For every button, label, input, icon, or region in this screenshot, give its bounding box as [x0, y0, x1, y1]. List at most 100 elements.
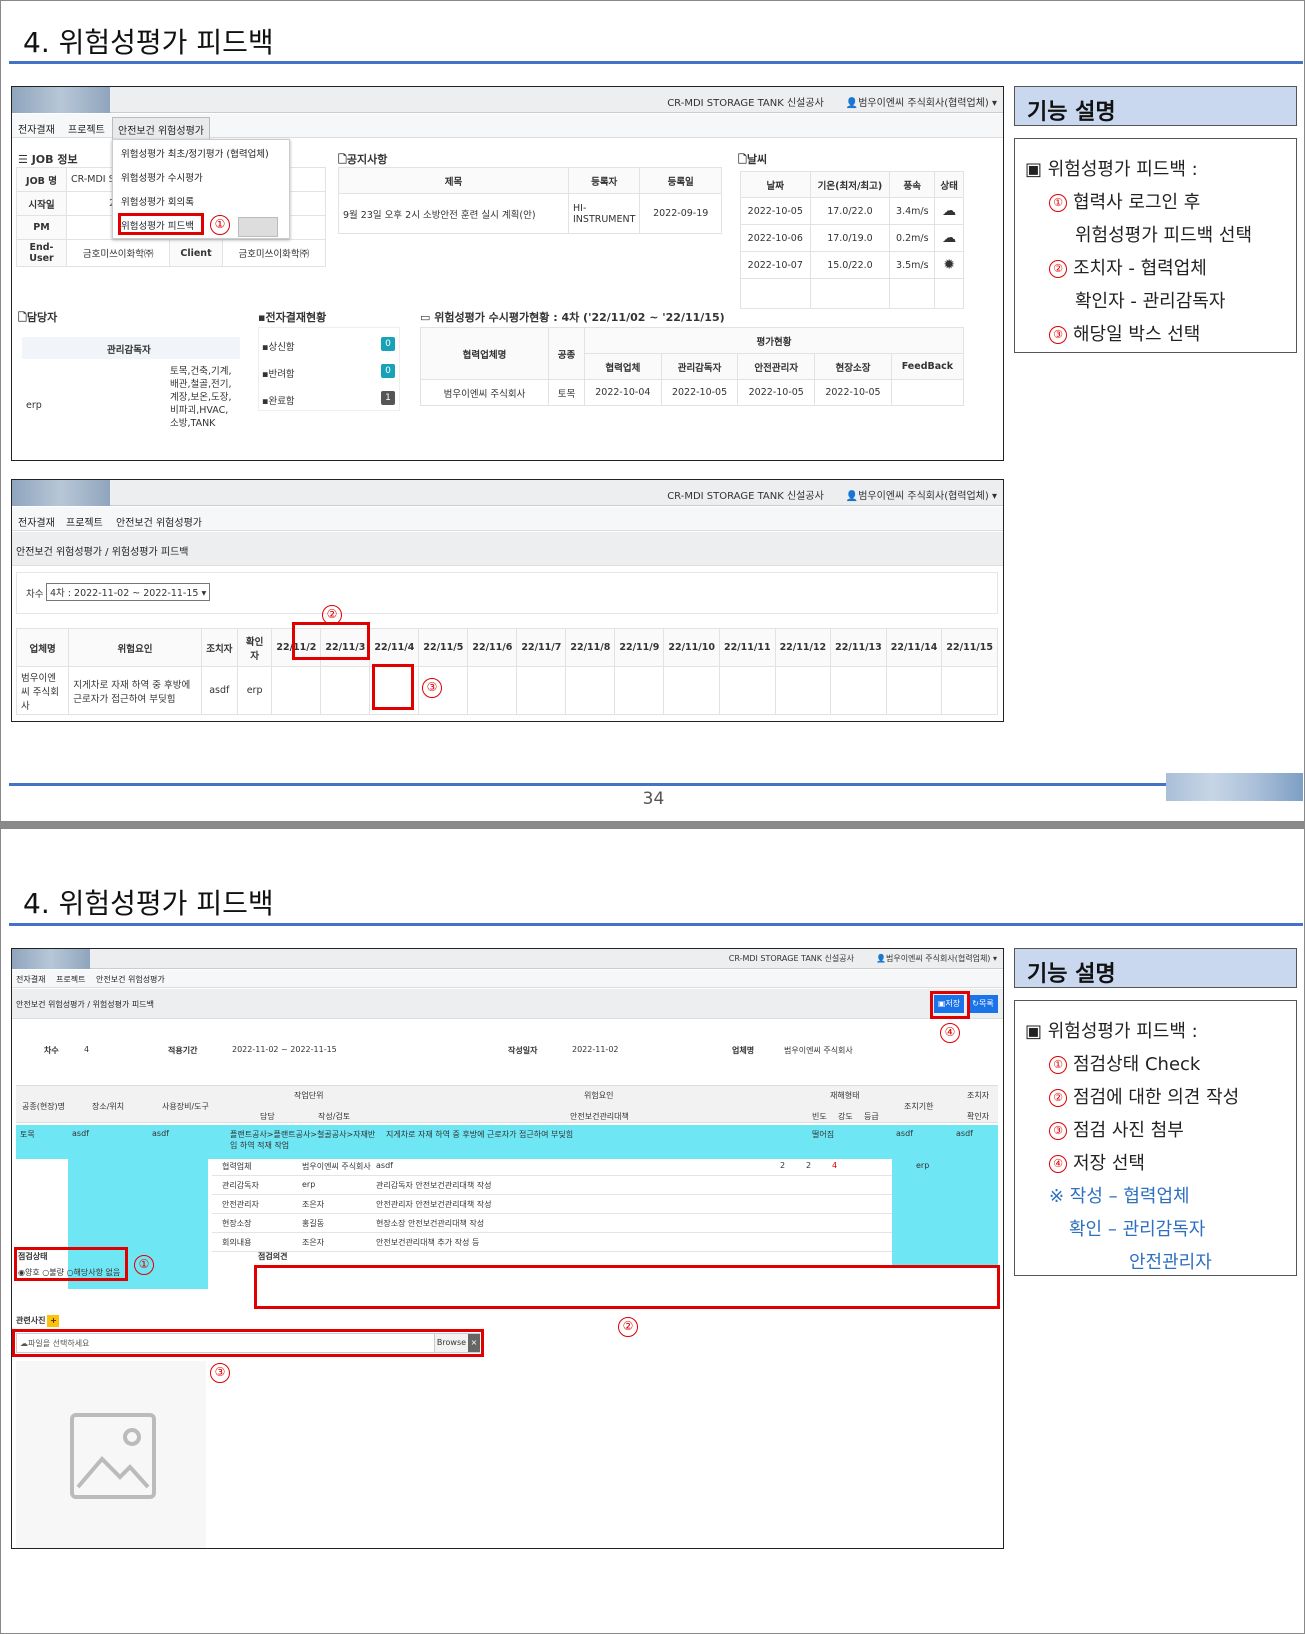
chevron-down-icon: ▾	[201, 588, 207, 599]
eval-header: ▭ 위험성평가 수시평가현황 : 4차 ('22/11/02 ~ '22/11/…	[420, 311, 725, 324]
dropdown-item-minutes[interactable]: 위험성평가 회의록	[121, 194, 194, 208]
manager-name: erp	[26, 400, 42, 411]
notice-icon: 🗋	[338, 153, 347, 166]
add-photo-button[interactable]: +	[47, 1315, 60, 1327]
highlight-opinion	[254, 1265, 1000, 1309]
menu-project[interactable]: 프로젝트	[56, 974, 85, 985]
sub-row-cell: 협력업체	[222, 1162, 252, 1171]
date-cell[interactable]	[663, 666, 720, 715]
logo	[12, 949, 90, 969]
menu-approval[interactable]: 전자결재	[18, 514, 55, 529]
title-rule	[9, 923, 1303, 926]
date-column-header: 22/11/5	[418, 628, 469, 667]
date-column-header: 22/11/14	[885, 628, 943, 667]
menu-approval[interactable]: 전자결재	[16, 974, 45, 985]
count-badge-rejected: 0	[381, 364, 395, 378]
date-cell[interactable]	[885, 666, 943, 715]
page-title: 4. 위험성평가 피드백	[23, 887, 274, 920]
dropdown-shadow	[238, 217, 278, 237]
date-cell[interactable]	[516, 666, 567, 715]
menu-project[interactable]: 프로젝트	[66, 514, 103, 529]
user-menu[interactable]: 👤범우이엔씨 주식회사(협력업체) ▾	[876, 954, 997, 963]
date-column-header: 22/11/11	[718, 628, 776, 667]
eval-row[interactable]: 범우이엔씨 주식회사 토목 2022-10-04 2022-10-05 2022-10-…	[420, 379, 965, 406]
user-menu[interactable]: 👤범우이엔씨 주식회사(협력업체) ▾	[846, 98, 997, 109]
sub-row-cell: 조은자	[302, 1238, 325, 1247]
highlight-status	[14, 1247, 128, 1281]
sub-row-cell: 조은자	[302, 1200, 325, 1209]
cloudy-icon: ☁	[934, 197, 964, 225]
round-label: 차수	[26, 589, 44, 600]
user-menu[interactable]: 👤범우이엔씨 주식회사(협력업체) ▾	[846, 491, 997, 502]
dropdown-item-initial[interactable]: 위험성평가 최초/정기평가 (협력업체)	[121, 146, 269, 160]
date-cell[interactable]	[467, 666, 518, 715]
page-2: 4. 위험성평가 피드백 CR-MDI STORAGE TANK 신설공사 👤범우…	[0, 828, 1305, 1634]
photo-preview	[16, 1361, 206, 1548]
list-button[interactable]: ↻목록	[968, 995, 998, 1013]
sub-row-cell: asdf	[376, 1161, 393, 1170]
notice-row[interactable]: 9월 23일 오후 2시 소방안전 훈련 실시 계획(안) HI-INSTRUME…	[338, 193, 722, 234]
sunny-icon: ✹	[934, 251, 964, 279]
callout-3: ③	[422, 678, 442, 698]
project-name: CR-MDI STORAGE TANK 신설공사	[728, 954, 854, 963]
feature-title: 기능 설명	[1014, 86, 1297, 126]
menu-risk-assessment[interactable]: 안전보건 위험성평가	[96, 974, 165, 985]
date-cell[interactable]	[271, 666, 322, 715]
menu-risk-assessment[interactable]: 안전보건 위험성평가	[116, 514, 202, 529]
approval-rejected[interactable]: ▪반려함	[262, 366, 295, 380]
photo-label: 관련사진 +	[16, 1315, 60, 1327]
callout-4: ④	[940, 1023, 960, 1043]
notice-table: 제목 등록자 등록일 9월 23일 오후 2시 소방안전 훈련 실시 계획(안) HI…	[338, 167, 722, 234]
dropdown-item-adhoc[interactable]: 위험성평가 수시평가	[121, 170, 203, 184]
sub-row-cell: 범우이엔씨 주식회사	[302, 1162, 371, 1171]
sub-row-cell: 현장소장	[222, 1219, 252, 1228]
date-cell[interactable]	[565, 666, 616, 715]
cloudy-icon: ☁	[934, 224, 964, 252]
main-menu: 전자결재 프로젝트 안전보건 위험성평가	[12, 114, 1003, 142]
manager-icon: 🗋	[18, 311, 27, 324]
date-cell[interactable]	[774, 666, 832, 715]
weather-icon: 🗋	[738, 153, 747, 166]
sub-row-cell: 관리감독자 안전보건관리대책 작성	[376, 1181, 492, 1190]
page-title: 4. 위험성평가 피드백	[23, 26, 274, 59]
eval-status-table: 협력업체명 공종 평가현황 협력업체 관리감독자 안전관리자 현장소장 FeedBack 범…	[420, 327, 965, 406]
date-cell[interactable]	[718, 666, 776, 715]
image-placeholder-icon	[70, 1413, 156, 1499]
sub-row-cell: erp	[916, 1161, 930, 1170]
date-cell[interactable]	[941, 666, 998, 715]
approval-submitted[interactable]: ▪상신함	[262, 339, 295, 353]
project-name: CR-MDI STORAGE TANK 신설공사	[667, 98, 824, 109]
date-column-header: 22/11/9	[614, 628, 665, 667]
feature-description: ▣ 위험성평가 피드백 : ① 협력사 로그인 후 위험성평가 피드백 선택 ②조…	[1014, 138, 1297, 353]
date-column-header: 22/11/6	[467, 628, 518, 667]
menu-approval[interactable]: 전자결재	[18, 121, 55, 136]
count-badge-submitted: 0	[381, 337, 395, 351]
manager-desc: 토목,건축,기계,배관,철골,전기,계장,보온,도장,비파괴,HVAC,소방,T…	[170, 366, 232, 429]
logo	[12, 87, 110, 113]
main-menu: 전자결재 프로젝트 안전보건 위험성평가	[12, 970, 1003, 988]
highlight-file	[12, 1329, 484, 1357]
round-select[interactable]: 4차 : 2022-11-02 ~ 2022-11-15 ▾	[46, 583, 211, 601]
screenshot-feedback-list: CR-MDI STORAGE TANK 신설공사 👤범우이엔씨 주식회사(협력업체…	[11, 479, 1004, 722]
weather-table: 날짜 기온(최저/최고) 풍속 상태 2022-10-05 17.0/22.0 3.4m/…	[740, 171, 964, 309]
date-column-header: 22/11/12	[774, 628, 832, 667]
job-info-header: ☰ JOB 정보	[18, 153, 78, 166]
breadcrumb: 안전보건 위험성평가 / 위험성평가 피드백	[12, 989, 1003, 1019]
sub-row-cell: 현장소장 안전보건관리대책 작성	[376, 1219, 485, 1228]
date-column-header: 22/11/13	[830, 628, 887, 667]
manager-header: 🗋담당자	[18, 311, 58, 324]
menu-project[interactable]: 프로젝트	[68, 121, 105, 136]
highlight-date-cell	[372, 664, 414, 710]
date-cell[interactable]	[830, 666, 887, 715]
opinion-label: 점검의견	[258, 1252, 288, 1261]
highlight-feedback-menu	[118, 213, 204, 235]
date-cell[interactable]	[320, 666, 371, 715]
date-cell[interactable]	[614, 666, 665, 715]
approval-complete[interactable]: ▪완료함	[262, 393, 295, 407]
date-column-header: 22/11/8	[565, 628, 616, 667]
refresh-icon: ↻	[972, 999, 979, 1008]
date-column-header: 22/11/4	[369, 628, 420, 667]
sub-row-cell: 안전관리자	[222, 1200, 259, 1209]
callout-3: ③	[210, 1363, 230, 1383]
weather-header: 🗋날씨	[738, 153, 768, 166]
